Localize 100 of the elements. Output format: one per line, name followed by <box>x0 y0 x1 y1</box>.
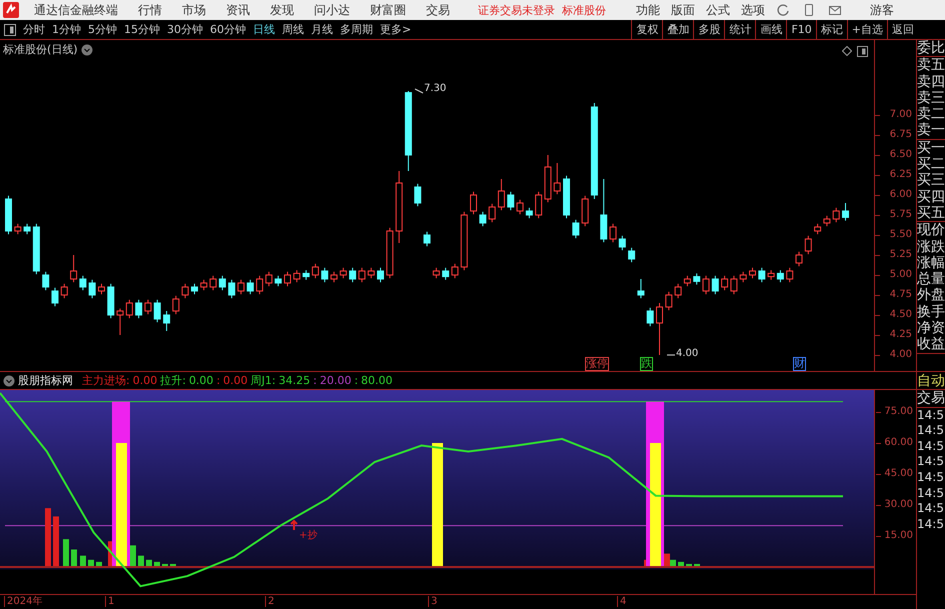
candlestick <box>470 191 477 215</box>
axis-label: 6.50 <box>890 148 912 162</box>
quote-label: 总量 <box>917 271 945 288</box>
candlestick <box>154 299 161 323</box>
menu-item[interactable]: 公式 <box>706 2 730 18</box>
candlestick <box>302 270 310 280</box>
refresh-icon[interactable] <box>776 3 790 17</box>
panel-toggle-icon[interactable] <box>857 46 868 57</box>
toolbar-button[interactable]: 返回 <box>887 20 918 40</box>
legend-value: 34.25 <box>278 374 310 387</box>
date-label: 2024年 <box>4 596 42 607</box>
quote-label: 卖四 <box>917 74 945 90</box>
menu-item[interactable]: 行情 <box>138 2 162 18</box>
candlestick <box>832 207 840 223</box>
candlestick <box>358 267 366 283</box>
user-label[interactable]: 游客 <box>870 2 894 18</box>
toolbar-button[interactable]: +自选 <box>846 20 887 40</box>
candlestick <box>740 271 747 283</box>
price-label: 4.00 <box>676 348 698 359</box>
candlestick <box>135 299 142 319</box>
toolbar-button[interactable]: 标记 <box>816 20 847 40</box>
candlestick <box>776 270 784 283</box>
phone-icon[interactable] <box>802 3 816 17</box>
candlestick <box>32 223 40 275</box>
candlestick <box>256 275 264 295</box>
period-tab[interactable]: 1分钟 <box>52 22 81 37</box>
quote-label: 买三 <box>917 172 945 189</box>
period-tab[interactable]: 日线 <box>253 22 275 37</box>
auto-tab[interactable]: 自动 <box>917 373 945 390</box>
menu-item[interactable]: 交易 <box>426 2 450 18</box>
candlestick <box>60 283 68 299</box>
menu-item[interactable]: 市场 <box>182 2 206 18</box>
candlestick <box>116 308 124 336</box>
trade-tab[interactable]: 交易 <box>917 390 945 408</box>
candlestick <box>70 254 78 283</box>
toolbar-button[interactable]: 复权 <box>631 20 662 40</box>
candlestick <box>814 223 822 235</box>
candlestick <box>218 275 226 291</box>
toolbar-button[interactable]: F10 <box>786 20 816 40</box>
diamond-icon[interactable] <box>842 46 852 56</box>
quote-label: 收益 <box>917 336 945 353</box>
menu-item[interactable]: 财富圈 <box>370 2 406 18</box>
date-label: 4 <box>617 596 626 607</box>
notice-text[interactable]: 标准股份 <box>562 2 606 18</box>
toolbar-button[interactable]: 统计 <box>724 20 756 40</box>
candlestick <box>628 247 636 263</box>
candlestick <box>637 278 644 299</box>
legend-value: 0.00 <box>132 374 158 387</box>
toolbar-button[interactable]: 多股 <box>693 20 724 40</box>
period-tab[interactable]: 30分钟 <box>167 22 203 37</box>
candlestick <box>321 267 328 283</box>
menu-item[interactable]: 功能 <box>636 2 660 18</box>
candlestick <box>610 223 616 243</box>
date-label: 2 <box>265 596 274 607</box>
candlestick <box>424 231 430 247</box>
candlestick <box>582 195 589 227</box>
period-tab[interactable]: 5分钟 <box>88 22 117 37</box>
menu-item[interactable]: 发现 <box>270 2 294 18</box>
axis-label: 5.75 <box>890 208 912 222</box>
leader-line <box>666 354 676 356</box>
candlestick <box>544 154 552 203</box>
legend-value: 主力进场: <box>82 373 130 388</box>
period-tab[interactable]: 多周期 <box>340 22 373 37</box>
dropdown-icon[interactable] <box>80 44 93 56</box>
candlestick <box>293 270 300 283</box>
candlestick <box>572 219 580 239</box>
candlestick <box>414 183 422 207</box>
trade-time: 14:5 <box>917 486 945 502</box>
candlestick <box>563 175 570 219</box>
menu-item[interactable]: 版面 <box>671 2 695 18</box>
legend-value: 0.00 <box>188 374 214 387</box>
dropdown-icon[interactable] <box>3 374 15 386</box>
axis-label: 4.25 <box>890 328 912 342</box>
notice-text[interactable]: 证券交易未登录 <box>478 2 555 18</box>
period-tab[interactable]: 周线 <box>282 22 304 37</box>
period-tab[interactable]: 15分钟 <box>124 22 160 37</box>
candlestick <box>768 270 775 280</box>
axis-label: 5.00 <box>890 268 912 282</box>
period-tab[interactable]: 分时 <box>23 22 45 37</box>
quote-label: 买四 <box>917 188 945 205</box>
period-tab[interactable]: 60分钟 <box>210 22 246 37</box>
panel-toggle-icon[interactable] <box>4 24 16 36</box>
mail-icon[interactable] <box>828 3 842 17</box>
candlestick <box>749 267 756 279</box>
period-tab[interactable]: 更多> <box>380 22 412 37</box>
date-label: 1 <box>105 596 114 607</box>
candlestick <box>98 283 105 295</box>
toolbar-button[interactable]: 叠加 <box>662 20 694 40</box>
candlestick <box>265 271 272 287</box>
period-tab[interactable]: 月线 <box>311 22 333 37</box>
axis-label: 6.75 <box>890 128 912 142</box>
candlestick <box>646 307 654 327</box>
trade-time: 14:5 <box>917 516 945 532</box>
indicator-name[interactable]: 股朋指标网 <box>18 373 73 388</box>
menu-item[interactable]: 选项 <box>741 2 765 18</box>
axis-label: 4.50 <box>890 308 912 322</box>
menu-item[interactable]: 资讯 <box>226 2 250 18</box>
candlestick <box>796 251 802 267</box>
toolbar-button[interactable]: 画线 <box>755 20 786 40</box>
menu-item[interactable]: 问小达 <box>314 2 350 18</box>
